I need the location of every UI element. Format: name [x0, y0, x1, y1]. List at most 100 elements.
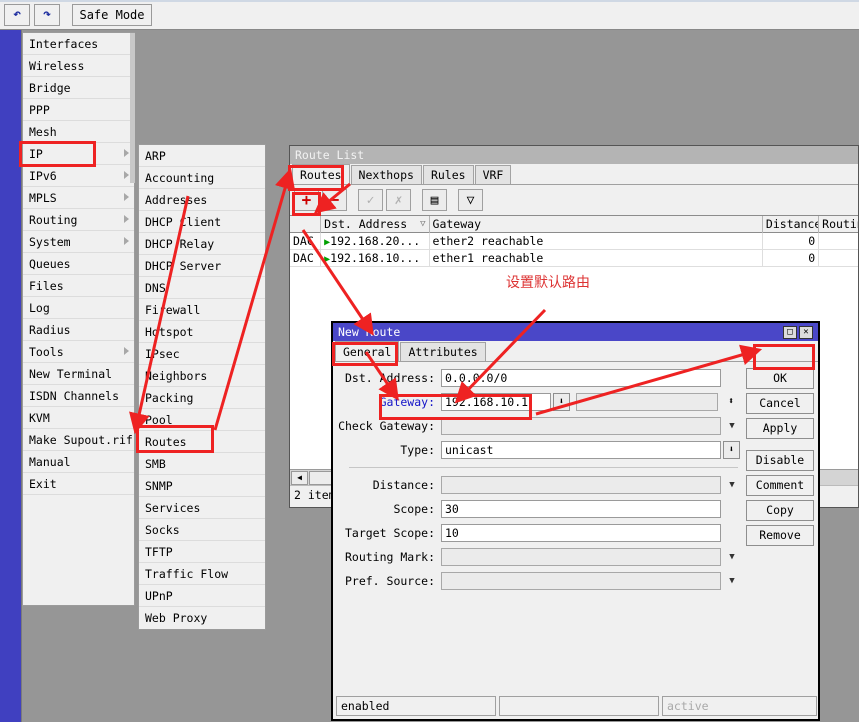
sidebar-item-isdn-channels[interactable]: ISDN Channels: [23, 385, 134, 407]
sidebar-item-ipv6[interactable]: IPv6: [23, 165, 134, 187]
table-row[interactable]: DAC ▶192.168.10... ether1 reachable 0: [290, 249, 858, 267]
submenu-item-snmp[interactable]: SNMP: [139, 475, 265, 497]
chevron-down-icon[interactable]: ▼: [724, 549, 740, 565]
undo-arrow-icon[interactable]: ↶: [4, 3, 30, 26]
apply-button[interactable]: Apply: [746, 418, 814, 439]
submenu-item-addresses[interactable]: Addresses: [139, 189, 265, 211]
submenu-item-traffic-flow[interactable]: Traffic Flow: [139, 563, 265, 585]
tab-general[interactable]: General: [335, 341, 400, 361]
sidebar-item-queues[interactable]: Queues: [23, 253, 134, 275]
column-header-distance[interactable]: Distance: [763, 215, 820, 233]
submenu-item-accounting[interactable]: Accounting: [139, 167, 265, 189]
enable-button[interactable]: ✓: [358, 189, 383, 211]
sidebar-item-tools[interactable]: Tools: [23, 341, 134, 363]
tab-rules[interactable]: Rules: [422, 165, 474, 184]
field-row: Target Scope: 10: [337, 521, 740, 545]
sidebar-item-manual[interactable]: Manual: [23, 451, 134, 473]
column-header-gateway[interactable]: Gateway: [430, 215, 763, 233]
table-row[interactable]: DAC ▶192.168.20... ether2 reachable 0: [290, 232, 858, 250]
sidebar-item-exit[interactable]: Exit: [23, 473, 134, 495]
cancel-button[interactable]: Cancel: [746, 393, 814, 414]
sidebar-item-interfaces[interactable]: Interfaces: [23, 33, 134, 55]
spinner-updown-icon[interactable]: ⬍: [722, 397, 740, 407]
sidebar-item-label: Files: [29, 279, 64, 293]
safe-mode-button[interactable]: Safe Mode: [72, 3, 152, 26]
disable-button[interactable]: ✗: [386, 189, 411, 211]
submenu-item-dhcp-client[interactable]: DHCP Client: [139, 211, 265, 233]
submenu-item-tftp[interactable]: TFTP: [139, 541, 265, 563]
chevron-down-icon[interactable]: ▼: [724, 418, 740, 434]
scroll-left-button[interactable]: ◀: [291, 470, 308, 485]
input-target-scope[interactable]: 10: [441, 524, 721, 542]
sidebar-item-mpls[interactable]: MPLS: [23, 187, 134, 209]
tab-attributes[interactable]: Attributes: [400, 342, 486, 361]
remove-button[interactable]: −: [322, 189, 347, 211]
input-scope[interactable]: 30: [441, 500, 721, 518]
chevron-down-icon[interactable]: ▼: [724, 477, 740, 493]
submenu-item-dhcp-server[interactable]: DHCP Server: [139, 255, 265, 277]
sidebar-item-ppp[interactable]: PPP: [23, 99, 134, 121]
column-header-routing[interactable]: Routing: [819, 216, 858, 233]
sidebar-item-routing[interactable]: Routing: [23, 209, 134, 231]
submenu-item-socks[interactable]: Socks: [139, 519, 265, 541]
sidebar-item-wireless[interactable]: Wireless: [23, 55, 134, 77]
input-dst-address[interactable]: 0.0.0.0/0: [441, 369, 721, 387]
route-list-titlebar[interactable]: Route List: [290, 146, 858, 164]
menu-scrollbar[interactable]: [130, 33, 135, 183]
column-header-flags[interactable]: [290, 215, 322, 233]
gateway-dropdown-icon[interactable]: ⬇: [553, 393, 570, 411]
submenu-item-neighbors[interactable]: Neighbors: [139, 365, 265, 387]
submenu-item-upnp[interactable]: UPnP: [139, 585, 265, 607]
input-distance[interactable]: [441, 476, 721, 494]
submenu-item-web-proxy[interactable]: Web Proxy: [139, 607, 265, 629]
new-route-body: Dst. Address: 0.0.0.0/0 Gateway: 192.168.10…: [333, 362, 818, 722]
comment-button[interactable]: ▤: [422, 189, 447, 211]
sidebar-item-bridge[interactable]: Bridge: [23, 77, 134, 99]
tab-vrf[interactable]: VRF: [474, 165, 512, 184]
input-gateway[interactable]: 192.168.10.1: [441, 393, 551, 411]
ok-button[interactable]: OK: [746, 368, 814, 389]
submenu-item-routes[interactable]: Routes: [139, 431, 265, 453]
chevron-down-icon[interactable]: ▼: [724, 573, 740, 589]
input-pref-source[interactable]: [441, 572, 721, 590]
sidebar-item-system[interactable]: System: [23, 231, 134, 253]
submenu-item-dns[interactable]: DNS: [139, 277, 265, 299]
close-icon[interactable]: ✕: [799, 325, 813, 339]
comment-button[interactable]: Comment: [746, 475, 814, 496]
column-header-dst-address[interactable]: Dst. Address ▽: [321, 215, 430, 233]
input-type[interactable]: unicast: [441, 441, 721, 459]
input-gateway-interface[interactable]: [576, 393, 718, 411]
input-routing-mark[interactable]: [441, 548, 721, 566]
sidebar-item-kvm[interactable]: KVM: [23, 407, 134, 429]
sidebar-item-files[interactable]: Files: [23, 275, 134, 297]
sidebar-item-ip[interactable]: IP: [23, 143, 134, 165]
redo-arrow-icon[interactable]: ↷: [34, 3, 60, 26]
submenu-item-services[interactable]: Services: [139, 497, 265, 519]
combo-arrow-icon[interactable]: ⬇: [723, 441, 740, 459]
submenu-item-packing[interactable]: Packing: [139, 387, 265, 409]
submenu-item-smb[interactable]: SMB: [139, 453, 265, 475]
new-route-titlebar[interactable]: New Route □ ✕: [333, 323, 818, 341]
tab-routes[interactable]: Routes: [292, 164, 350, 184]
submenu-item-label: Neighbors: [145, 369, 208, 383]
add-button[interactable]: +: [294, 189, 319, 211]
sidebar-item-make-supout-rif[interactable]: Make Supout.rif: [23, 429, 134, 451]
sidebar-item-new-terminal[interactable]: New Terminal: [23, 363, 134, 385]
submenu-item-pool[interactable]: Pool: [139, 409, 265, 431]
submenu-item-label: Accounting: [145, 171, 215, 185]
submenu-item-ipsec[interactable]: IPsec: [139, 343, 265, 365]
sidebar-item-radius[interactable]: Radius: [23, 319, 134, 341]
remove-button[interactable]: Remove: [746, 525, 814, 546]
input-check-gateway[interactable]: [441, 417, 721, 435]
submenu-item-hotspot[interactable]: Hotspot: [139, 321, 265, 343]
filter-button[interactable]: ▽: [458, 189, 483, 211]
submenu-item-dhcp-relay[interactable]: DHCP Relay: [139, 233, 265, 255]
tab-nexthops[interactable]: Nexthops: [350, 165, 422, 184]
maximize-icon[interactable]: □: [783, 325, 797, 339]
copy-button[interactable]: Copy: [746, 500, 814, 521]
submenu-item-arp[interactable]: ARP: [139, 145, 265, 167]
sidebar-item-mesh[interactable]: Mesh: [23, 121, 134, 143]
disable-button[interactable]: Disable: [746, 450, 814, 471]
submenu-item-firewall[interactable]: Firewall: [139, 299, 265, 321]
sidebar-item-log[interactable]: Log: [23, 297, 134, 319]
